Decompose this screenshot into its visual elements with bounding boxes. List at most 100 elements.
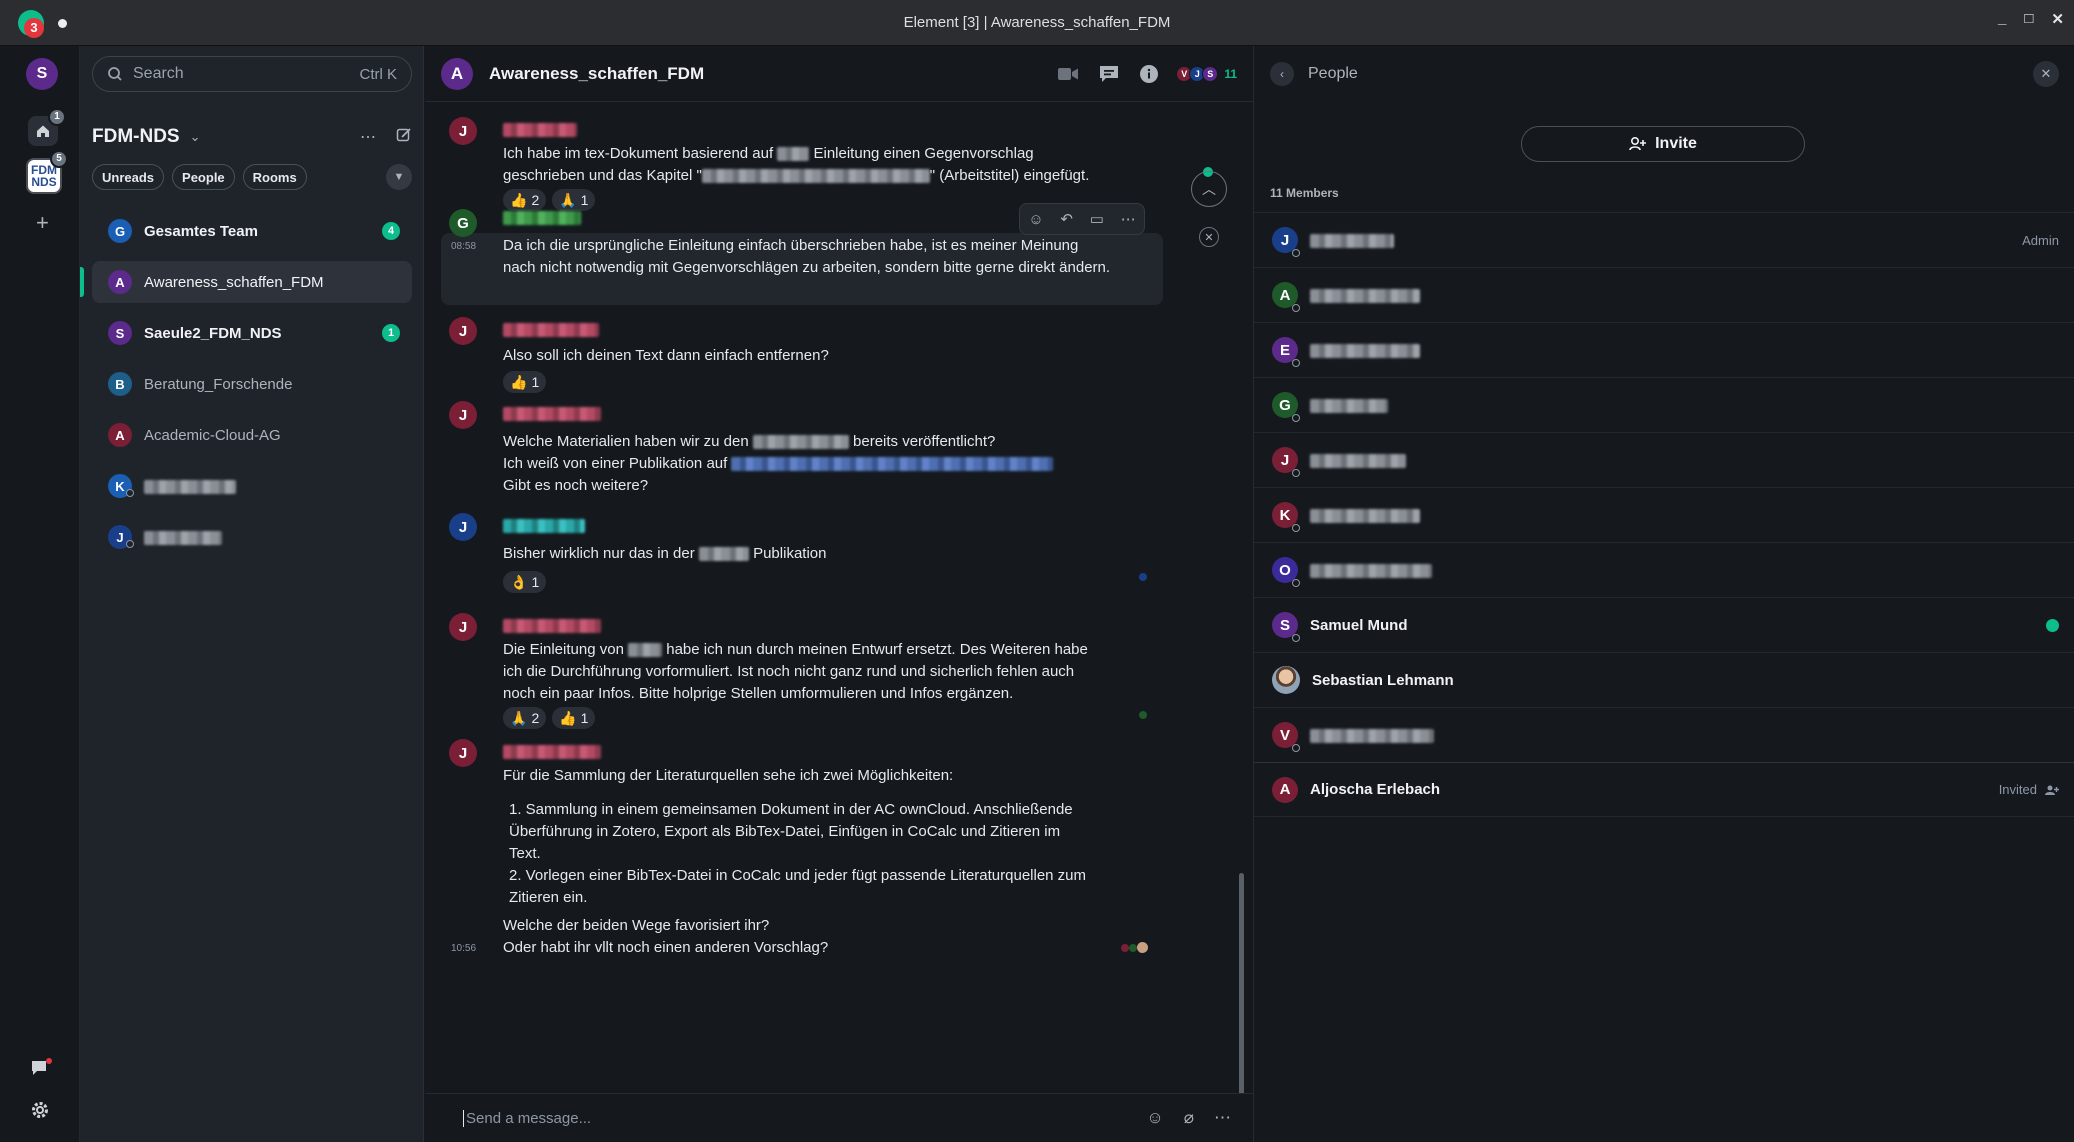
member-row[interactable]: E [1254, 322, 2074, 377]
message-input[interactable]: Send a message... [463, 1109, 1146, 1127]
member-row[interactable]: V [1254, 707, 2074, 762]
member-row[interactable]: A [1254, 267, 2074, 322]
emoji-icon[interactable]: ☺ [1146, 1108, 1163, 1128]
filter-unreads[interactable]: Unreads [92, 164, 165, 190]
member-name-redacted [1310, 342, 1420, 359]
reaction-thumbs-up[interactable]: 👍 1 [552, 707, 596, 729]
sender-name-redacted[interactable] [503, 745, 601, 759]
dismiss-unread-button[interactable]: ✕ [1199, 227, 1219, 247]
room-item-beratung[interactable]: B Beratung_Forschende [92, 363, 412, 405]
sender-name-redacted[interactable] [503, 323, 599, 337]
close-window-button[interactable]: ✕ [2051, 10, 2064, 28]
sender-name-redacted[interactable] [503, 407, 601, 421]
filter-rooms[interactable]: Rooms [242, 164, 307, 190]
filter-people[interactable]: People [172, 164, 235, 190]
sender-name-redacted[interactable] [503, 619, 601, 633]
sender-avatar[interactable]: J [449, 401, 477, 429]
attachment-icon[interactable]: ⌀ [1184, 1108, 1194, 1128]
sender-avatar[interactable]: J [449, 739, 477, 767]
read-receipt[interactable] [1137, 942, 1148, 953]
presence-indicator [126, 489, 134, 497]
info-icon[interactable] [1139, 64, 1159, 84]
back-button[interactable]: ‹ [1270, 62, 1294, 86]
sender-avatar[interactable]: J [449, 513, 477, 541]
quick-settings-button[interactable] [30, 1100, 50, 1125]
member-row[interactable]: O [1254, 542, 2074, 597]
member-row-invited[interactable]: A Aljoscha Erlebach Invited [1254, 762, 2074, 817]
user-avatar[interactable]: S [26, 58, 58, 90]
sender-name-redacted[interactable] [503, 123, 577, 137]
sender-avatar[interactable]: G [449, 209, 477, 237]
threads-icon[interactable] [1099, 65, 1119, 83]
sender-avatar[interactable]: J [449, 117, 477, 145]
member-row[interactable]: Sebastian Lehmann [1254, 652, 2074, 707]
people-panel: ‹ People ✕ Invite 11 Members J Admin A E… [1253, 46, 2074, 1142]
reply-icon[interactable]: ↶ [1060, 210, 1073, 228]
minimize-button[interactable]: _ [1998, 10, 2006, 28]
home-unread-badge: 1 [48, 108, 66, 126]
member-row[interactable]: S Samuel Mund [1254, 597, 2074, 652]
reaction-pray[interactable]: 🙏 2 [503, 707, 547, 729]
member-facepile[interactable]: V J S 11 [1176, 65, 1237, 82]
dm-item[interactable]: K [92, 465, 412, 507]
presence-indicator [1292, 579, 1300, 587]
read-receipt[interactable] [1121, 944, 1129, 952]
room-title[interactable]: Awareness_schaffen_FDM [489, 64, 704, 84]
message-event[interactable]: J Ich habe im tex-Dokument basierend auf… [441, 115, 1163, 211]
sender-name-redacted[interactable] [503, 519, 585, 533]
chevron-down-icon[interactable]: ⌄ [190, 129, 201, 145]
thread-icon[interactable]: ▭ [1090, 210, 1104, 228]
presence-indicator [1292, 634, 1300, 642]
invite-button[interactable]: Invite [1521, 126, 1805, 162]
reaction-ok-hand[interactable]: 👌 1 [503, 571, 547, 593]
message-event[interactable]: J Die Einleitung von habe ich nun durch … [441, 611, 1163, 729]
close-panel-button[interactable]: ✕ [2033, 61, 2059, 87]
message-event[interactable]: 08:58 Da ich die ursprüngliche Einleitun… [441, 233, 1163, 305]
threads-button[interactable] [30, 1058, 52, 1083]
room-header: A Awareness_schaffen_FDM V J S 11 [425, 46, 1253, 102]
room-header-avatar[interactable]: A [441, 57, 473, 90]
member-row[interactable]: G [1254, 377, 2074, 432]
room-item-gesamtes-team[interactable]: G Gesamtes Team 4 [92, 210, 412, 252]
member-row[interactable]: K [1254, 487, 2074, 542]
more-options-icon[interactable]: ⋯ [1121, 210, 1136, 228]
react-icon[interactable]: ☺ [1028, 211, 1043, 228]
more-options-icon[interactable]: ⋯ [360, 127, 376, 147]
sender-avatar[interactable]: J [449, 613, 477, 641]
message-event[interactable]: J Also soll ich deinen Text dann einfach… [441, 315, 1163, 395]
read-receipt[interactable] [1129, 944, 1137, 952]
members-count-label: 11 Members [1270, 186, 1339, 200]
more-options-icon[interactable]: ⋯ [1214, 1108, 1231, 1128]
presence-indicator [1292, 469, 1300, 477]
video-call-icon[interactable] [1057, 66, 1079, 82]
member-name-redacted [1310, 287, 1420, 304]
sender-avatar[interactable]: J [449, 317, 477, 345]
sender-name-redacted[interactable] [503, 211, 581, 225]
jump-to-unread-button[interactable]: ︿ [1191, 171, 1227, 207]
room-item-saeule2[interactable]: S Saeule2_FDM_NDS 1 [92, 312, 412, 354]
member-row[interactable]: J [1254, 432, 2074, 487]
member-row[interactable]: J Admin [1254, 212, 2074, 267]
room-item-academic-cloud[interactable]: A Academic-Cloud-AG [92, 414, 412, 456]
read-receipt[interactable] [1139, 573, 1147, 581]
read-receipt[interactable] [1139, 711, 1147, 719]
message-timestamp: 08:58 [451, 241, 477, 252]
space-name[interactable]: FDM-NDS [92, 126, 180, 148]
member-name-redacted [1310, 562, 1432, 579]
search-input[interactable]: Search Ctrl K [92, 56, 412, 92]
room-item-awareness[interactable]: A Awareness_schaffen_FDM [80, 261, 412, 303]
home-icon [37, 125, 49, 137]
message-event[interactable]: J Welche Materialien haben wir zu den be… [441, 399, 1163, 499]
dm-item[interactable]: J [92, 516, 412, 558]
chevron-down-icon[interactable]: ▼ [386, 164, 412, 190]
timeline-scrollbar[interactable] [1239, 873, 1244, 1093]
compose-icon[interactable] [396, 127, 412, 143]
create-space-button[interactable]: + [36, 210, 49, 236]
search-placeholder: Search [133, 65, 184, 82]
maximize-button[interactable]: □ [2024, 10, 2033, 28]
message-event[interactable]: J Für die Sammlung der Literaturquellen … [441, 737, 1163, 967]
presence-indicator [1292, 249, 1300, 257]
fdm-logo-line: NDS [31, 175, 57, 189]
message-event[interactable]: J Bisher wirklich nur das in der Publika… [441, 511, 1163, 601]
reaction-thumbs-up[interactable]: 👍 1 [503, 371, 547, 393]
